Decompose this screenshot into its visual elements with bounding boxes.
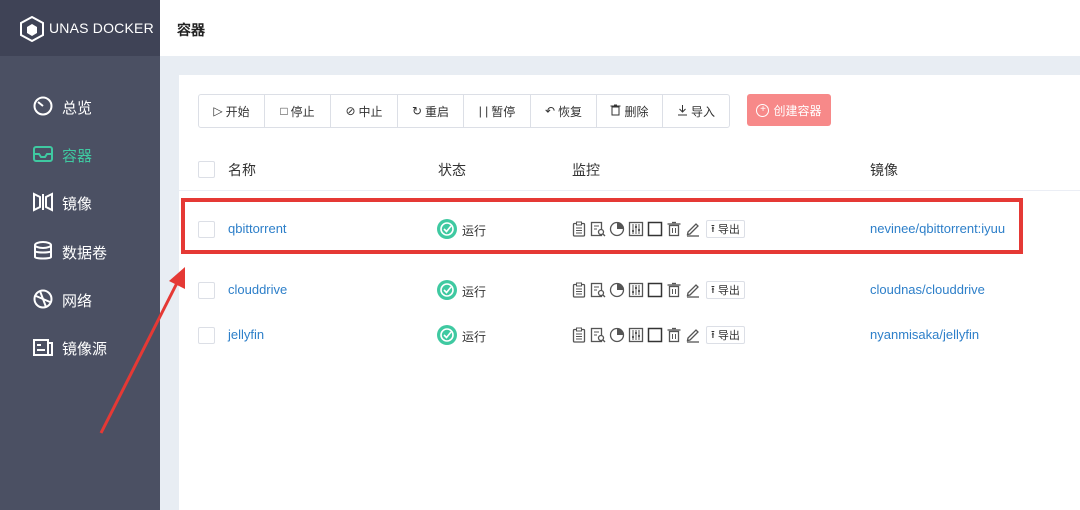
sidebar-item-label: 总览 [62,100,93,117]
select-all-checkbox[interactable] [198,161,215,178]
edit-pencil-icon[interactable] [685,282,701,298]
resume-label: 恢复 [558,104,583,119]
ban-icon: ⊘ [345,104,356,118]
running-status-icon [437,280,457,300]
image-name-link[interactable]: nyanmisaka/jellyfin [870,327,979,342]
monitor-actions: ⭱ 导出 [571,325,745,345]
trash-icon [610,104,621,119]
trash-icon[interactable] [666,282,682,298]
sidebar-item-images[interactable]: 镜像 [0,182,160,222]
delete-label: 删除 [624,104,649,119]
create-container-label: 创建容器 [773,103,822,118]
download-icon [677,104,688,119]
undo-icon: ↶ [544,104,556,118]
pause-icon: | | [478,104,489,118]
sidebar-item-containers[interactable]: 容器 [0,134,160,174]
dashboard-icon [33,96,53,116]
upload-icon: ⭱ [711,283,715,296]
settings-sliders-icon[interactable] [628,327,644,343]
restart-button[interactable]: ↻ 重启 [398,95,464,127]
terminal-square-icon[interactable] [647,327,663,343]
pause-button[interactable]: | | 暂停 [464,95,531,127]
annotation-arrow-icon [99,267,185,434]
export-label: 导出 [717,285,740,297]
inspect-icon[interactable] [590,282,606,298]
row-checkbox[interactable] [198,282,215,299]
sidebar-item-label: 镜像 [62,196,93,213]
stats-pie-icon[interactable] [609,327,625,343]
start-label: 开始 [225,104,250,119]
container-name-link[interactable]: clouddrive [228,282,287,297]
terminal-square-icon[interactable] [647,282,663,298]
image-icon [33,192,53,212]
logs-icon[interactable] [571,282,587,298]
status-text: 运行 [462,330,487,344]
watermark-text: 什么值得买 [955,473,1066,498]
pause-label: 暂停 [491,104,516,119]
watermark-logo-icon: 值 [913,468,945,500]
export-button[interactable]: ⭱ 导出 [706,281,745,299]
brand-header: UNAS DOCKER [0,0,160,56]
stop-button[interactable]: □ 停止 [265,95,331,127]
resume-button[interactable]: ↶ 恢复 [531,95,597,127]
container-icon [33,146,53,162]
refresh-icon: ↻ [411,104,423,118]
header-divider [179,190,1080,191]
network-icon [33,289,53,309]
row-checkbox[interactable] [198,327,215,344]
export-button[interactable]: ⭱ 导出 [706,326,745,344]
kill-label: 中止 [358,104,383,119]
page-title: 容器 [177,22,205,38]
status-text: 运行 [462,285,487,299]
stop-icon: □ [280,104,288,118]
play-icon: ▷ [213,104,223,118]
column-header-status: 状态 [438,162,466,178]
unas-logo-icon [20,16,44,42]
sidebar-item-label: 数据卷 [62,245,108,262]
database-icon [34,241,52,260]
column-header-monitor: 监控 [572,162,600,178]
highlight-box [181,198,1023,254]
brand-name: UNAS DOCKER [49,20,154,36]
trash-icon[interactable] [666,327,682,343]
action-toolbar: ▷ 开始 □ 停止 ⊘ 中止 ↻ 重启 | | 暂停 ↶ 恢复 删除 导入 [198,94,730,128]
plus-circle-icon: + [756,103,770,117]
watermark: 值 什么值得买 [913,468,1065,500]
monitor-actions: ⭱ 导出 [571,280,745,300]
column-header-image: 镜像 [870,162,898,178]
logs-icon[interactable] [571,327,587,343]
kill-button[interactable]: ⊘ 中止 [331,95,398,127]
export-label: 导出 [717,330,740,342]
running-status-icon [437,325,457,345]
column-header-name: 名称 [228,162,256,178]
edit-pencil-icon[interactable] [685,327,701,343]
top-bar: 容器 [160,0,1080,56]
create-container-button[interactable]: + 创建容器 [747,94,831,126]
registry-icon [33,339,53,356]
start-button[interactable]: ▷ 开始 [199,95,265,127]
import-button[interactable]: 导入 [663,95,729,127]
container-name-link[interactable]: jellyfin [228,327,264,342]
delete-button[interactable]: 删除 [597,95,663,127]
stop-label: 停止 [290,104,315,119]
inspect-icon[interactable] [590,327,606,343]
image-name-link[interactable]: cloudnas/clouddrive [870,282,985,297]
sidebar-item-label: 网络 [62,293,93,310]
settings-sliders-icon[interactable] [628,282,644,298]
import-label: 导入 [690,104,715,119]
sidebar-item-overview[interactable]: 总览 [0,86,160,126]
sidebar-item-label: 容器 [62,148,93,165]
restart-label: 重启 [425,104,450,119]
upload-icon: ⭱ [711,328,715,341]
stats-pie-icon[interactable] [609,282,625,298]
